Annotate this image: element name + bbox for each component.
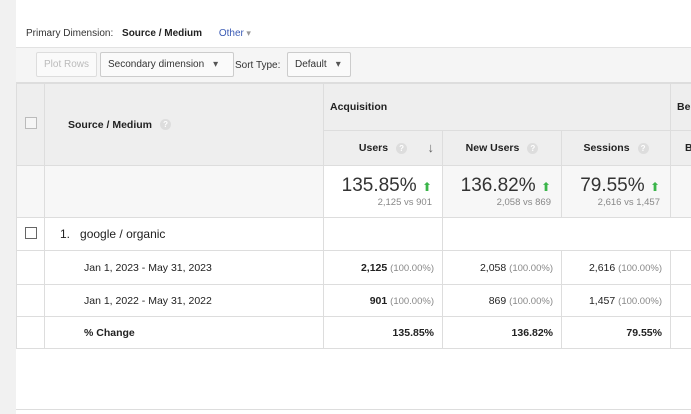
row-dimension-cell: 1. google / organic bbox=[44, 217, 324, 251]
change-row: % Change 135.85% 136.82% 79.55% bbox=[16, 316, 691, 349]
new-users-cell: 2,058 (100.00%) bbox=[442, 250, 562, 285]
summary-compare: 2,125 vs 901 bbox=[377, 197, 432, 208]
date-range-label: Jan 1, 2022 - May 31, 2022 bbox=[44, 284, 324, 317]
behavior-group-header: Bel bbox=[670, 83, 691, 131]
sort-descending-icon[interactable]: ↓ bbox=[428, 140, 435, 155]
secondary-dimension-label: Secondary dimension bbox=[108, 59, 205, 70]
left-gutter bbox=[0, 0, 16, 414]
summary-change: 135.85% bbox=[341, 175, 417, 196]
summary-compare: 2,058 vs 869 bbox=[496, 197, 551, 208]
summary-compare: 2,616 vs 1,457 bbox=[597, 197, 660, 208]
help-icon[interactable]: ? bbox=[160, 119, 172, 131]
up-arrow-icon: ⬆ bbox=[421, 180, 432, 194]
up-arrow-icon: ⬆ bbox=[649, 180, 660, 194]
sessions-cell: 2,616 (100.00%) bbox=[561, 250, 671, 285]
table-row: Jan 1, 2022 - May 31, 2022 901 (100.00%)… bbox=[16, 284, 691, 317]
primary-dimension: Primary Dimension: Source / Medium Other bbox=[26, 28, 251, 39]
row-select-cell bbox=[16, 217, 45, 251]
change-label: % Change bbox=[44, 316, 324, 349]
sort-type-label: Sort Type: bbox=[235, 60, 281, 71]
summary-change: 79.55% bbox=[580, 175, 645, 196]
primary-dimension-value[interactable]: Source / Medium bbox=[122, 28, 202, 39]
date-range-label: Jan 1, 2023 - May 31, 2023 bbox=[44, 250, 324, 285]
data-table: Source / Medium? Acquisition Bel Users? ↓… bbox=[16, 83, 691, 349]
summary-new-users: 136.82% ⬆ 2,058 vs 869 bbox=[442, 165, 562, 218]
select-all-checkbox[interactable] bbox=[24, 117, 37, 129]
row-index: 1. bbox=[60, 227, 71, 241]
acquisition-group-header: Acquisition bbox=[323, 83, 671, 131]
users-header-label: Users bbox=[358, 142, 389, 154]
sessions-change: 79.55% bbox=[561, 316, 671, 349]
summary-row: 135.85% ⬆ 2,125 vs 901 136.82% ⬆ 2,058 vs … bbox=[16, 165, 691, 218]
new-users-column-header[interactable]: New Users? bbox=[442, 130, 562, 166]
primary-dimension-label: Primary Dimension: bbox=[26, 28, 114, 39]
new-users-header-label: New Users bbox=[465, 142, 520, 154]
table-row: 1. google / organic bbox=[16, 217, 691, 251]
users-column-header[interactable]: Users? ↓ bbox=[323, 130, 443, 166]
help-icon[interactable]: ? bbox=[637, 142, 649, 154]
summary-sessions: 79.55% ⬆ 2,616 vs 1,457 bbox=[561, 165, 671, 218]
up-arrow-icon: ⬆ bbox=[540, 180, 551, 194]
behavior-column-header[interactable]: B bbox=[670, 130, 691, 166]
row-checkbox[interactable] bbox=[24, 226, 37, 239]
select-all-cell bbox=[16, 83, 45, 166]
sort-type-dropdown[interactable]: Default bbox=[287, 52, 351, 77]
plot-rows-button[interactable]: Plot Rows bbox=[36, 52, 98, 77]
divider bbox=[16, 409, 691, 410]
toolbar: Plot Rows Secondary dimension Sort Type:… bbox=[16, 48, 691, 83]
users-cell: 2,125 (100.00%) bbox=[323, 250, 443, 285]
sort-type-value: Default bbox=[295, 59, 327, 70]
table-row: Jan 1, 2023 - May 31, 2023 2,125 (100.00… bbox=[16, 250, 691, 285]
users-cell: 901 (100.00%) bbox=[323, 284, 443, 317]
help-icon[interactable]: ? bbox=[527, 142, 539, 154]
new-users-change: 136.82% bbox=[442, 316, 562, 349]
help-icon[interactable]: ? bbox=[396, 142, 408, 154]
sessions-cell: 1,457 (100.00%) bbox=[561, 284, 671, 317]
other-dimension-dropdown[interactable]: Other bbox=[219, 28, 251, 39]
summary-users: 135.85% ⬆ 2,125 vs 901 bbox=[323, 165, 443, 218]
sessions-column-header[interactable]: Sessions? bbox=[561, 130, 671, 166]
dimension-header[interactable]: Source / Medium? bbox=[44, 83, 324, 166]
sessions-header-label: Sessions bbox=[583, 142, 630, 154]
users-change: 135.85% bbox=[323, 316, 443, 349]
secondary-dimension-dropdown[interactable]: Secondary dimension bbox=[100, 52, 234, 77]
row-name-link[interactable]: google / organic bbox=[80, 227, 165, 241]
summary-change: 136.82% bbox=[460, 175, 536, 196]
dimension-header-label: Source / Medium bbox=[68, 118, 153, 131]
new-users-cell: 869 (100.00%) bbox=[442, 284, 562, 317]
